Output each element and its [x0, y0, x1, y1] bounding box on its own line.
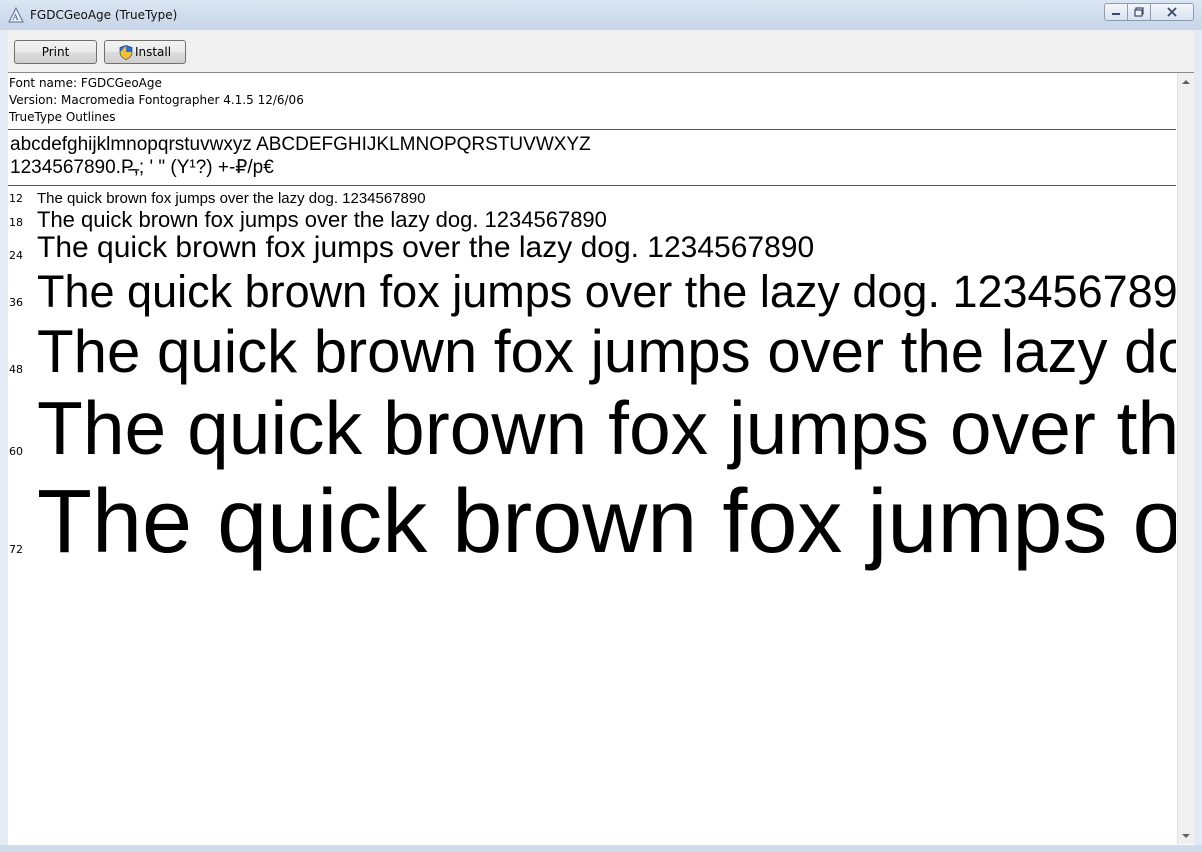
install-button-label: Install	[134, 45, 172, 59]
svg-text:A: A	[12, 13, 19, 22]
window-controls	[1104, 3, 1194, 21]
sample-text: The quick brown fox jumps over the lazy …	[37, 266, 1176, 317]
font-file-icon: A	[8, 7, 24, 23]
sample-row-36: 36 The quick brown fox jumps over the la…	[8, 266, 1176, 322]
sample-row-72: 72 The quick brown fox jumps over the la…	[8, 471, 1176, 581]
sample-row-48: 48 The quick brown fox jumps over the la…	[8, 317, 1176, 387]
size-label: 72	[9, 543, 23, 556]
window-title: FGDCGeoAge (TrueType)	[30, 8, 178, 22]
sample-row-24: 24 The quick brown fox jumps over the la…	[8, 231, 1176, 271]
size-label: 12	[9, 192, 23, 205]
size-label: 24	[9, 249, 23, 262]
close-icon	[1167, 7, 1177, 17]
font-version-line: Version: Macromedia Fontographer 4.1.5 1…	[9, 93, 304, 107]
charset-line-letters: abcdefghijklmnopqrstuvwxyz ABCDEFGHIJKLM…	[10, 134, 591, 155]
minimize-button[interactable]	[1104, 3, 1128, 21]
arrow-up-icon	[1182, 79, 1190, 84]
sample-text: The quick brown fox jumps over the lazy …	[37, 472, 1176, 572]
font-name-line: Font name: FGDCGeoAge	[9, 76, 162, 90]
toolbar: Print Install	[8, 30, 1194, 72]
sample-text: The quick brown fox jumps over the lazy …	[37, 190, 426, 207]
size-label: 36	[9, 296, 23, 309]
uac-shield-icon	[119, 44, 133, 60]
sample-text: The quick brown fox jumps over the lazy …	[37, 386, 1176, 470]
font-viewer-window: A FGDCGeoAge (TrueType) Print Install Fo…	[0, 0, 1202, 852]
minimize-icon	[1112, 13, 1120, 15]
font-info: Font name: FGDCGeoAge Version: Macromedi…	[9, 75, 304, 126]
size-label: 18	[9, 216, 23, 229]
size-label: 48	[9, 363, 23, 376]
font-type-line: TrueType Outlines	[9, 110, 116, 124]
install-button[interactable]: Install	[104, 40, 186, 64]
window-frame-bottom	[0, 845, 1202, 852]
sample-row-12: 12 The quick brown fox jumps over the la…	[8, 188, 1176, 208]
divider	[8, 129, 1176, 130]
charset-line-symbols: 1234567890.P̶̵,; ' " (Y¹?) +-₽/p€	[10, 157, 274, 178]
print-button-label: Print	[41, 45, 70, 59]
sample-text: The quick brown fox jumps over the lazy …	[37, 207, 607, 232]
arrow-down-icon	[1182, 833, 1190, 838]
sample-text: The quick brown fox jumps over the lazy …	[37, 231, 815, 264]
sample-row-60: 60 The quick brown fox jumps over the la…	[8, 385, 1176, 475]
vertical-scrollbar[interactable]	[1177, 73, 1194, 844]
restore-icon	[1134, 7, 1144, 17]
close-button[interactable]	[1150, 3, 1194, 21]
character-set: abcdefghijklmnopqrstuvwxyz ABCDEFGHIJKLM…	[10, 133, 591, 179]
size-label: 60	[9, 445, 23, 458]
title-bar[interactable]: A FGDCGeoAge (TrueType)	[0, 0, 1202, 30]
print-button[interactable]: Print	[14, 40, 97, 64]
divider	[8, 185, 1176, 186]
scroll-down-button[interactable]	[1178, 827, 1194, 844]
maximize-button[interactable]	[1127, 3, 1151, 21]
font-preview-pane[interactable]: Font name: FGDCGeoAge Version: Macromedi…	[8, 72, 1194, 845]
scroll-up-button[interactable]	[1178, 73, 1194, 90]
sample-text: The quick brown fox jumps over the lazy …	[37, 318, 1176, 385]
